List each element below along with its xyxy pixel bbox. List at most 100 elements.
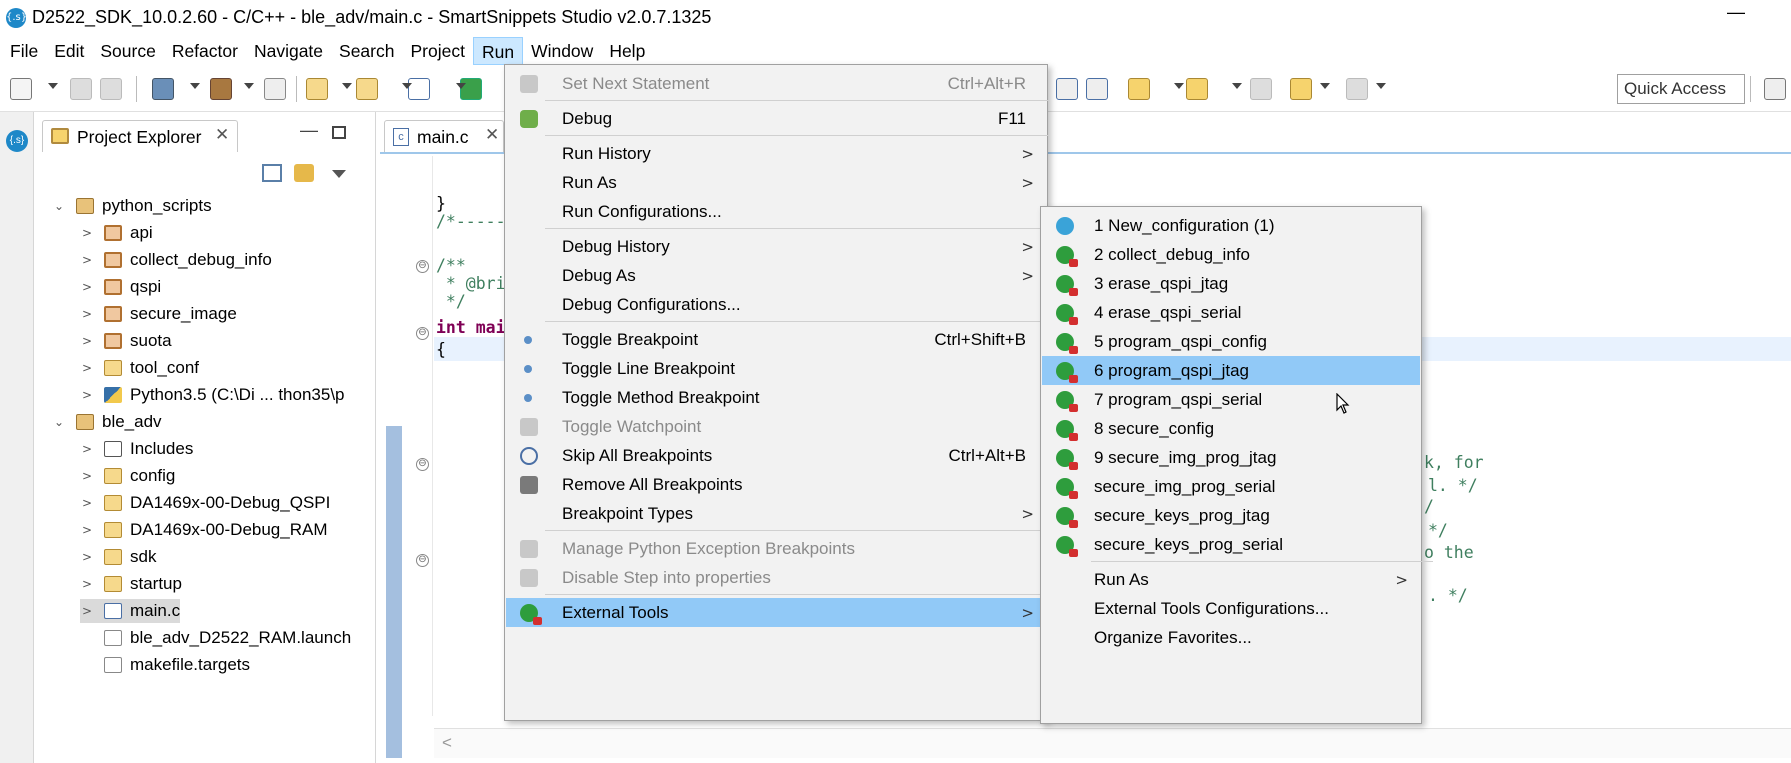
run-menu-item-toggle-method-breakpoint[interactable]: Toggle Method Breakpoint [506,383,1046,412]
binary-icon[interactable] [264,78,286,100]
new-project-icon[interactable] [306,78,328,100]
tree-item[interactable]: > suota [80,329,172,353]
tree-item[interactable]: > qspi [80,275,161,299]
code-line-fragment[interactable]: . */ [1428,586,1468,605]
run-menu-item-debug-history[interactable]: Debug History > [506,232,1046,261]
dropdown-chevron-down-icon[interactable] [456,83,466,89]
expand-chevron-right-icon[interactable]: > [80,604,94,618]
menu-navigate[interactable]: Navigate [246,37,331,65]
expand-chevron-right-icon[interactable]: > [80,523,94,537]
code-line-fragment[interactable]: */ [1428,521,1448,540]
external-tools-item-9-secure-img-prog-jtag[interactable]: 9 secure_img_prog_jtag [1042,443,1420,472]
next-annotation-icon[interactable] [1128,78,1150,100]
expand-chevron-right-icon[interactable]: > [80,496,94,510]
scroll-left-icon[interactable]: < [442,733,452,753]
external-tools-item-run-as[interactable]: Run As > [1042,565,1420,594]
vertical-ruler[interactable] [380,156,420,758]
external-tools-item-2-collect-debug-info[interactable]: 2 collect_debug_info [1042,240,1420,269]
tree-item[interactable]: > DA1469x-00-Debug_RAM [80,518,328,542]
fold-toggle-icon[interactable]: ⊖ [416,458,429,471]
columns-icon[interactable] [1056,78,1078,100]
tree-item[interactable]: > startup [80,572,182,596]
new-icon[interactable] [10,78,32,100]
run-icon[interactable] [460,78,482,100]
expand-chevron-right-icon[interactable]: > [80,550,94,564]
tree-item[interactable]: > DA1469x-00-Debug_QSPI [80,491,330,515]
dropdown-chevron-down-icon[interactable] [402,83,412,89]
save-all-icon[interactable] [100,78,122,100]
code-line-fragment[interactable]: k, for [1424,453,1484,472]
tree-item[interactable]: > api [80,221,153,245]
expand-chevron-down-icon[interactable]: ⌄ [52,199,66,213]
run-menu-item-debug-as[interactable]: Debug As > [506,261,1046,290]
tree-item[interactable]: > secure_image [80,302,237,326]
menu-edit[interactable]: Edit [46,37,92,65]
tree-item[interactable]: > main.c [80,599,181,623]
external-tools-item-6-program-qspi-jtag[interactable]: 6 program_qspi_jtag [1042,356,1420,385]
code-line-fragment[interactable]: o the [1424,543,1474,562]
last-edit-icon[interactable] [1250,78,1272,100]
tree-item[interactable]: makefile.targets [80,653,250,677]
horizontal-scrollbar[interactable]: < [434,728,1791,758]
build-config-icon[interactable] [152,78,174,100]
dropdown-chevron-down-icon[interactable] [342,83,352,89]
run-menu-item-breakpoint-types[interactable]: Breakpoint Types > [506,499,1046,528]
fold-toggle-icon[interactable]: ⊖ [416,327,429,340]
external-tools-item-7-program-qspi-serial[interactable]: 7 program_qspi_serial [1042,385,1420,414]
code-line-fragment[interactable]: l. */ [1428,476,1478,495]
external-tools-item-8-secure-config[interactable]: 8 secure_config [1042,414,1420,443]
dropdown-chevron-down-icon[interactable] [244,83,254,89]
run-menu-item-debug-configurations[interactable]: Debug Configurations... [506,290,1046,319]
close-icon[interactable]: ✕ [485,125,499,145]
expand-chevron-right-icon[interactable]: > [80,307,94,321]
dropdown-chevron-down-icon[interactable] [48,83,58,89]
dropdown-chevron-down-icon[interactable] [1232,83,1242,89]
code-line[interactable]: { [436,340,446,359]
code-line[interactable]: } [436,194,446,213]
expand-chevron-right-icon[interactable]: > [80,388,94,402]
fold-toggle-icon[interactable]: ⊖ [416,554,429,567]
menu-window[interactable]: Window [523,37,601,65]
minimize-view-button[interactable]: — [300,120,318,141]
run-menu-item-debug[interactable]: Debug F11 [506,104,1046,133]
tree-item[interactable]: > Python3.5 (C:\Di ... thon35\p [80,383,345,407]
new-folder-icon[interactable] [356,78,378,100]
expand-chevron-right-icon[interactable]: > [80,226,94,240]
external-tools-item-5-program-qspi-config[interactable]: 5 program_qspi_config [1042,327,1420,356]
external-tools-item-1-new-configuration-1[interactable]: 1 New_configuration (1) [1042,211,1420,240]
expand-chevron-right-icon[interactable]: > [80,361,94,375]
open-perspective-icon[interactable] [1764,78,1786,100]
external-tools-item-4-erase-qspi-serial[interactable]: 4 erase_qspi_serial [1042,298,1420,327]
tree-item[interactable]: > tool_conf [80,356,199,380]
expand-chevron-right-icon[interactable]: > [80,442,94,456]
smartsnippets-perspective-icon[interactable]: {.s} [6,130,28,152]
run-menu-item-skip-all-breakpoints[interactable]: Skip All Breakpoints Ctrl+Alt+B [506,441,1046,470]
external-tools-item-organize-favorites[interactable]: Organize Favorites... [1042,623,1420,652]
view-menu-chevron-down-icon[interactable] [332,170,346,178]
menu-source[interactable]: Source [92,37,163,65]
run-menu-item-remove-all-breakpoints[interactable]: Remove All Breakpoints [506,470,1046,499]
dropdown-chevron-down-icon[interactable] [190,83,200,89]
external-tools-item-external-tools-configurations[interactable]: External Tools Configurations... [1042,594,1420,623]
tree-item[interactable]: > collect_debug_info [80,248,272,272]
menu-refactor[interactable]: Refactor [164,37,246,65]
dropdown-chevron-down-icon[interactable] [1320,83,1330,89]
maximize-view-button[interactable] [332,126,346,139]
external-tools-item-3-erase-qspi-jtag[interactable]: 3 erase_qspi_jtag [1042,269,1420,298]
new-c-file-icon[interactable] [408,78,430,100]
expand-chevron-right-icon[interactable]: > [80,577,94,591]
run-menu-item-toggle-line-breakpoint[interactable]: Toggle Line Breakpoint [506,354,1046,383]
save-icon[interactable] [70,78,92,100]
tree-item[interactable]: ble_adv_D2522_RAM.launch [80,626,351,650]
code-line[interactable]: */ [436,292,466,311]
expand-chevron-right-icon[interactable]: > [80,469,94,483]
code-line[interactable]: /** [436,256,466,275]
prev-annotation-icon[interactable] [1186,78,1208,100]
code-line[interactable]: * @bri [436,274,506,293]
tree-item[interactable]: > sdk [80,545,157,569]
menu-run[interactable]: Run [472,37,524,65]
external-tools-item-secure-keys-prog-jtag[interactable]: secure_keys_prog_jtag [1042,501,1420,530]
close-icon[interactable]: ✕ [215,125,229,145]
minimize-button[interactable]: — [1721,2,1751,23]
expand-chevron-right-icon[interactable]: > [80,280,94,294]
